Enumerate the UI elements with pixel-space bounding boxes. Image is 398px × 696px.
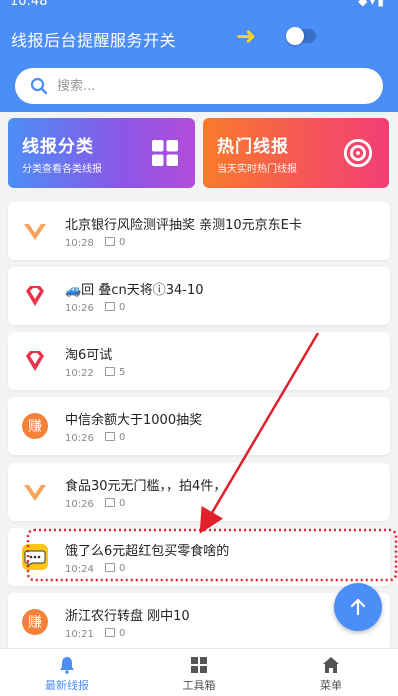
comment-icon [105,237,115,246]
list-item[interactable]: 北京银行风险测评抽奖 亲测10元京东E卡 10:28 0 [8,202,390,260]
item-title: 饿了么6元超红包买零食啥的 [65,544,230,559]
comment-count: 5 [105,367,125,378]
comment-count: 0 [105,432,125,443]
comment-count-value: 0 [119,498,126,509]
target-icon [343,138,373,168]
hot-card-title: 热门线报 [217,137,289,157]
list-item[interactable]: 食品30元无门槛，，拍4件， 10:26 0 [8,463,390,521]
list-item[interactable]: 赚 中信余额大于1000抽奖 10:26 0 [8,397,390,455]
scroll-top-button[interactable] [334,583,382,631]
comment-icon [105,563,115,572]
list-item[interactable]: 饿了么6元超红包买零食啥的 10:24 0 [8,528,390,586]
home-icon [323,657,339,673]
arrow-right-icon: ➜ [236,22,257,50]
list-item[interactable]: 赚 浙江农行转盘 刚中10 10:21 0 [8,593,390,648]
comment-count: 0 [105,237,125,248]
comment-count-value: 5 [119,367,126,378]
item-time: 10:24 [65,564,94,575]
comment-count-value: 0 [119,432,126,443]
nav-latest[interactable]: 最新线报 [17,649,117,696]
list-item[interactable]: 🚙回 叠cn天将ⓘ34-10 10:26 0 [8,267,390,325]
item-title: 北京银行风险测评抽奖 亲测10元京东E卡 [65,218,302,233]
comment-icon [105,367,115,376]
comment-icon [105,628,115,637]
comment-icon [105,302,115,311]
comment-count-value: 0 [119,628,126,639]
comment-count: 0 [105,302,125,313]
nav-menu[interactable]: 菜单 [281,649,381,696]
category-card-title: 线报分类 [22,137,94,157]
bell-icon [60,657,74,674]
nav-toolbox[interactable]: 工具箱 [149,649,249,696]
toggle-knob[interactable] [286,27,304,45]
status-time: 10:48 [10,0,48,9]
hot-card[interactable]: 热门线报 当天实时热门线报 [203,118,389,188]
nav-toolbox-label: 工具箱 [182,679,216,692]
svg-text:赚: 赚 [28,419,42,435]
category-card-subtitle: 分类查看各类线报 [22,164,102,175]
diamond-logo-icon [26,351,44,371]
comment-count: 0 [105,498,125,509]
feed-list[interactable]: 北京银行风险测评抽奖 亲测10元京东E卡 10:28 0 🚙回 叠cn天将ⓘ34… [0,196,398,648]
list-item[interactable]: 淘6可试 10:22 5 [8,332,390,390]
comment-count: 0 [105,563,125,574]
comment-count-value: 0 [119,563,126,574]
v-logo-icon [24,224,46,240]
item-time: 10:21 [65,629,94,640]
comment-count-value: 0 [119,237,126,248]
item-title: 食品30元无门槛，，拍4件， [65,479,227,494]
search-input[interactable] [57,68,357,104]
hot-card-subtitle: 当天实时热门线报 [217,164,297,175]
category-card[interactable]: 线报分类 分类查看各类线报 [8,118,195,188]
item-time: 10:26 [65,303,94,314]
item-time: 10:22 [65,368,94,379]
nav-menu-label: 菜单 [320,679,342,692]
item-title: 淘6可试 [65,348,113,363]
item-title: 浙江农行转盘 刚中10 [65,609,190,624]
search-icon [30,77,48,95]
comment-icon [105,432,115,441]
comment-count: 0 [105,628,125,639]
item-time: 10:28 [65,238,94,249]
chat-logo-icon [22,544,48,570]
v-logo-icon [24,485,46,501]
item-time: 10:26 [65,433,94,444]
zhuan-logo-icon: 赚 [22,609,48,635]
item-time: 10:26 [65,499,94,510]
comment-icon [105,498,115,507]
status-icons: ◆▾▮ [358,0,386,8]
arrow-up-icon [350,598,366,616]
comment-count-value: 0 [119,302,126,313]
toolbox-icon [191,657,207,673]
zhuan-logo-icon: 赚 [22,413,48,439]
item-title: 🚙回 叠cn天将ⓘ34-10 [65,283,204,298]
bottom-nav: 最新线报 工具箱 菜单 [0,648,398,696]
svg-text:赚: 赚 [28,615,42,631]
diamond-logo-icon [26,286,44,306]
search-bar[interactable] [15,68,383,104]
item-title: 中信余额大于1000抽奖 [65,413,203,428]
service-toggle[interactable] [286,27,316,45]
page-title: 线报后台提醒服务开关 [11,31,177,50]
grid-icon [152,140,178,166]
nav-latest-label: 最新线报 [45,679,89,692]
